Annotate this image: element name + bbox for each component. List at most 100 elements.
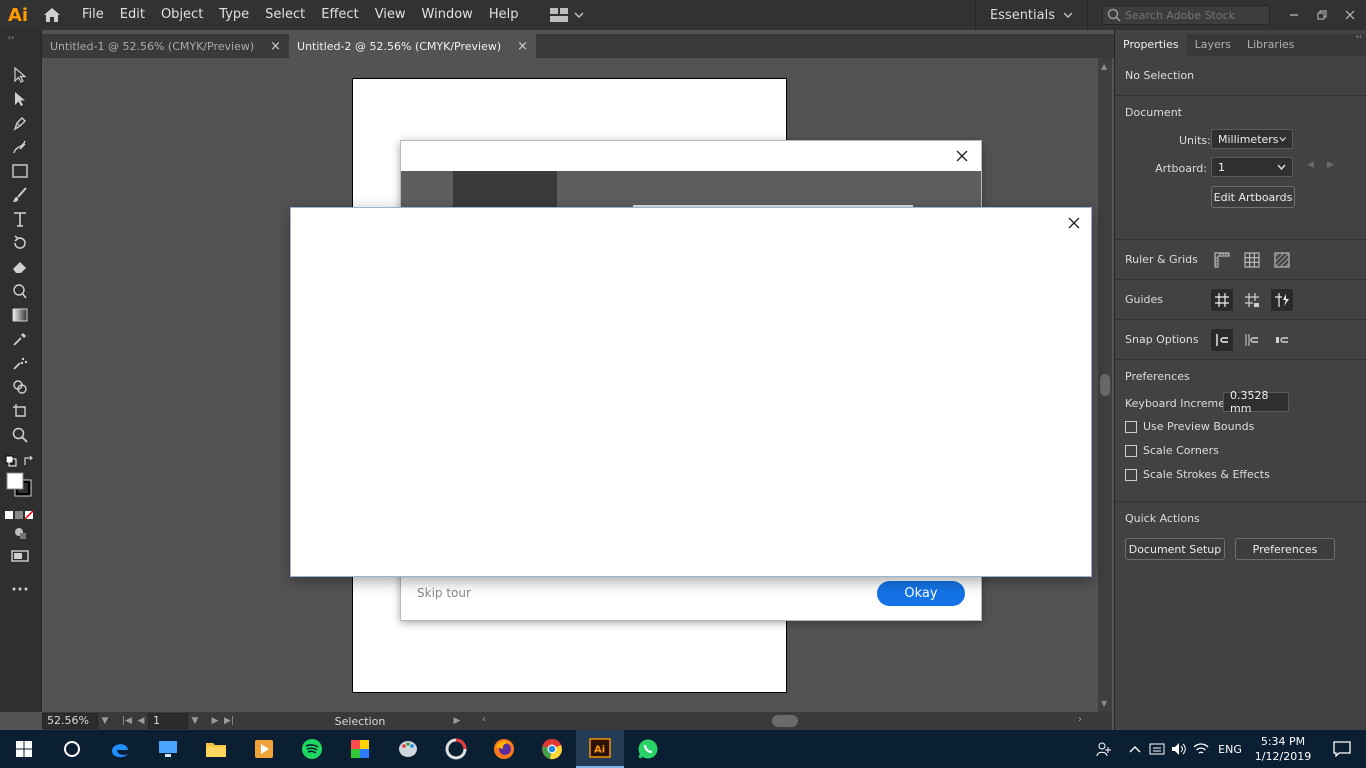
taskbar-media-player[interactable]: [240, 730, 288, 768]
tab-untitled-2[interactable]: Untitled-2 @ 52.56% (CMYK/Preview) ×: [289, 34, 537, 58]
scale-strokes-option[interactable]: Scale Strokes & Effects: [1125, 468, 1270, 481]
scale-strokes-checkbox[interactable]: [1125, 468, 1137, 481]
dialog-close-button[interactable]: [1063, 212, 1085, 234]
artboard-number[interactable]: 1: [148, 713, 188, 729]
smart-guides-button[interactable]: [1271, 288, 1293, 311]
symbol-sprayer-tool[interactable]: [8, 352, 32, 374]
menu-file[interactable]: File: [74, 0, 112, 30]
preferences-button[interactable]: Preferences: [1235, 538, 1335, 560]
drawing-mode-button[interactable]: [8, 522, 32, 544]
document-setup-button[interactable]: Document Setup: [1125, 538, 1225, 560]
action-center-button[interactable]: [1318, 730, 1366, 768]
shape-builder-tool[interactable]: [8, 376, 32, 398]
clock[interactable]: 5:34 PM 1/12/2019: [1248, 734, 1318, 764]
menu-object[interactable]: Object: [153, 0, 211, 30]
artboard-tool[interactable]: [8, 400, 32, 422]
chevron-down-icon[interactable]: ▼: [98, 716, 112, 726]
artboard-dropdown[interactable]: 1: [1211, 157, 1293, 177]
taskbar-chrome[interactable]: [528, 730, 576, 768]
minimize-button[interactable]: [1282, 5, 1306, 25]
show-guides-button[interactable]: [1211, 288, 1233, 311]
home-button[interactable]: [36, 0, 68, 30]
lock-guides-button[interactable]: [1241, 289, 1263, 311]
default-colors-button[interactable]: [4, 450, 18, 472]
next-artboard-icon[interactable]: ▶: [1327, 160, 1334, 170]
scale-corners-checkbox[interactable]: [1125, 444, 1137, 457]
keyboard-increment-input[interactable]: 0.3528 mm: [1223, 389, 1289, 415]
menu-help[interactable]: Help: [481, 0, 527, 30]
taskbar-file-explorer[interactable]: [192, 730, 240, 768]
workspace-switcher[interactable]: Essentials: [974, 0, 1088, 30]
chevron-down-icon[interactable]: ▼: [188, 716, 202, 726]
taskbar-illustrator[interactable]: Ai: [576, 730, 624, 768]
tour-close-button[interactable]: [951, 145, 973, 167]
eyedropper-tool[interactable]: [8, 328, 32, 350]
horizontal-scrollbar[interactable]: ‹ ›: [482, 714, 1082, 727]
grid-button[interactable]: [1241, 249, 1263, 271]
units-dropdown[interactable]: Millimeters: [1211, 129, 1293, 149]
swap-colors-button[interactable]: [22, 450, 36, 472]
show-hidden-icons-button[interactable]: [1124, 730, 1146, 768]
ime-button[interactable]: [1146, 730, 1168, 768]
type-tool[interactable]: [8, 208, 32, 230]
taskbar-capture[interactable]: [432, 730, 480, 768]
menu-view[interactable]: View: [367, 0, 414, 30]
start-button[interactable]: [0, 730, 48, 768]
scroll-right-icon[interactable]: ›: [1078, 714, 1082, 725]
collapse-toolbar-icon[interactable]: ››: [4, 32, 18, 42]
close-icon[interactable]: ×: [517, 39, 528, 54]
volume-button[interactable]: [1168, 730, 1190, 768]
first-artboard-icon[interactable]: |◀: [120, 716, 134, 726]
tab-layers[interactable]: Layers: [1187, 34, 1239, 56]
taskbar-firefox[interactable]: [480, 730, 528, 768]
scroll-left-icon[interactable]: ‹: [482, 714, 486, 725]
next-artboard-icon[interactable]: ▶: [208, 716, 222, 726]
menu-effect[interactable]: Effect: [313, 0, 366, 30]
prev-artboard-icon[interactable]: ◀: [1307, 160, 1314, 170]
restore-button[interactable]: [1310, 5, 1334, 25]
scroll-up-icon[interactable]: ▲: [1101, 62, 1107, 71]
zoom-tool[interactable]: [8, 424, 32, 446]
collapse-panel-icon[interactable]: ‹‹: [1356, 32, 1362, 41]
screen-mode-button[interactable]: [8, 546, 32, 568]
tab-libraries[interactable]: Libraries: [1239, 34, 1303, 56]
snap-to-point-button[interactable]: [1211, 328, 1233, 351]
use-preview-bounds-option[interactable]: Use Preview Bounds: [1125, 420, 1254, 433]
transparency-grid-button[interactable]: [1271, 249, 1293, 271]
scroll-down-icon[interactable]: ▼: [1101, 699, 1107, 708]
prev-artboard-icon[interactable]: ◀: [134, 716, 148, 726]
network-button[interactable]: [1190, 730, 1212, 768]
search-button[interactable]: [48, 730, 96, 768]
direct-selection-tool[interactable]: [8, 88, 32, 110]
vertical-scrollbar[interactable]: ▲ ▼: [1098, 58, 1112, 712]
use-preview-bounds-checkbox[interactable]: [1125, 420, 1137, 433]
arrange-documents-button[interactable]: [550, 0, 584, 30]
rulers-button[interactable]: [1211, 249, 1233, 271]
people-button[interactable]: [1084, 730, 1124, 768]
snap-to-pixel-button[interactable]: [1271, 329, 1293, 351]
menu-edit[interactable]: Edit: [112, 0, 153, 30]
selection-tool[interactable]: [8, 64, 32, 86]
rotate-tool[interactable]: [8, 232, 32, 254]
close-icon[interactable]: ×: [270, 39, 281, 54]
snap-to-grid-button[interactable]: [1241, 329, 1263, 351]
rectangle-tool[interactable]: [8, 160, 32, 182]
scroll-thumb[interactable]: [772, 715, 798, 727]
scale-corners-option[interactable]: Scale Corners: [1125, 444, 1219, 457]
menu-select[interactable]: Select: [257, 0, 313, 30]
stock-search-input[interactable]: [1121, 8, 1261, 22]
status-menu-icon[interactable]: ▶: [450, 716, 464, 726]
paintbrush-tool[interactable]: [8, 184, 32, 206]
taskbar-whatsapp[interactable]: [624, 730, 672, 768]
language-indicator[interactable]: ENG: [1212, 730, 1248, 768]
edit-artboards-button[interactable]: Edit Artboards: [1211, 186, 1295, 208]
pen-tool[interactable]: [8, 112, 32, 134]
taskbar-paint[interactable]: [384, 730, 432, 768]
last-artboard-icon[interactable]: ▶|: [222, 716, 236, 726]
okay-button[interactable]: Okay: [877, 581, 965, 606]
gradient-tool[interactable]: [8, 304, 32, 326]
taskbar-edge[interactable]: [96, 730, 144, 768]
menu-window[interactable]: Window: [414, 0, 481, 30]
eraser-tool[interactable]: [8, 256, 32, 278]
fill-stroke-swatch[interactable]: [4, 470, 36, 500]
